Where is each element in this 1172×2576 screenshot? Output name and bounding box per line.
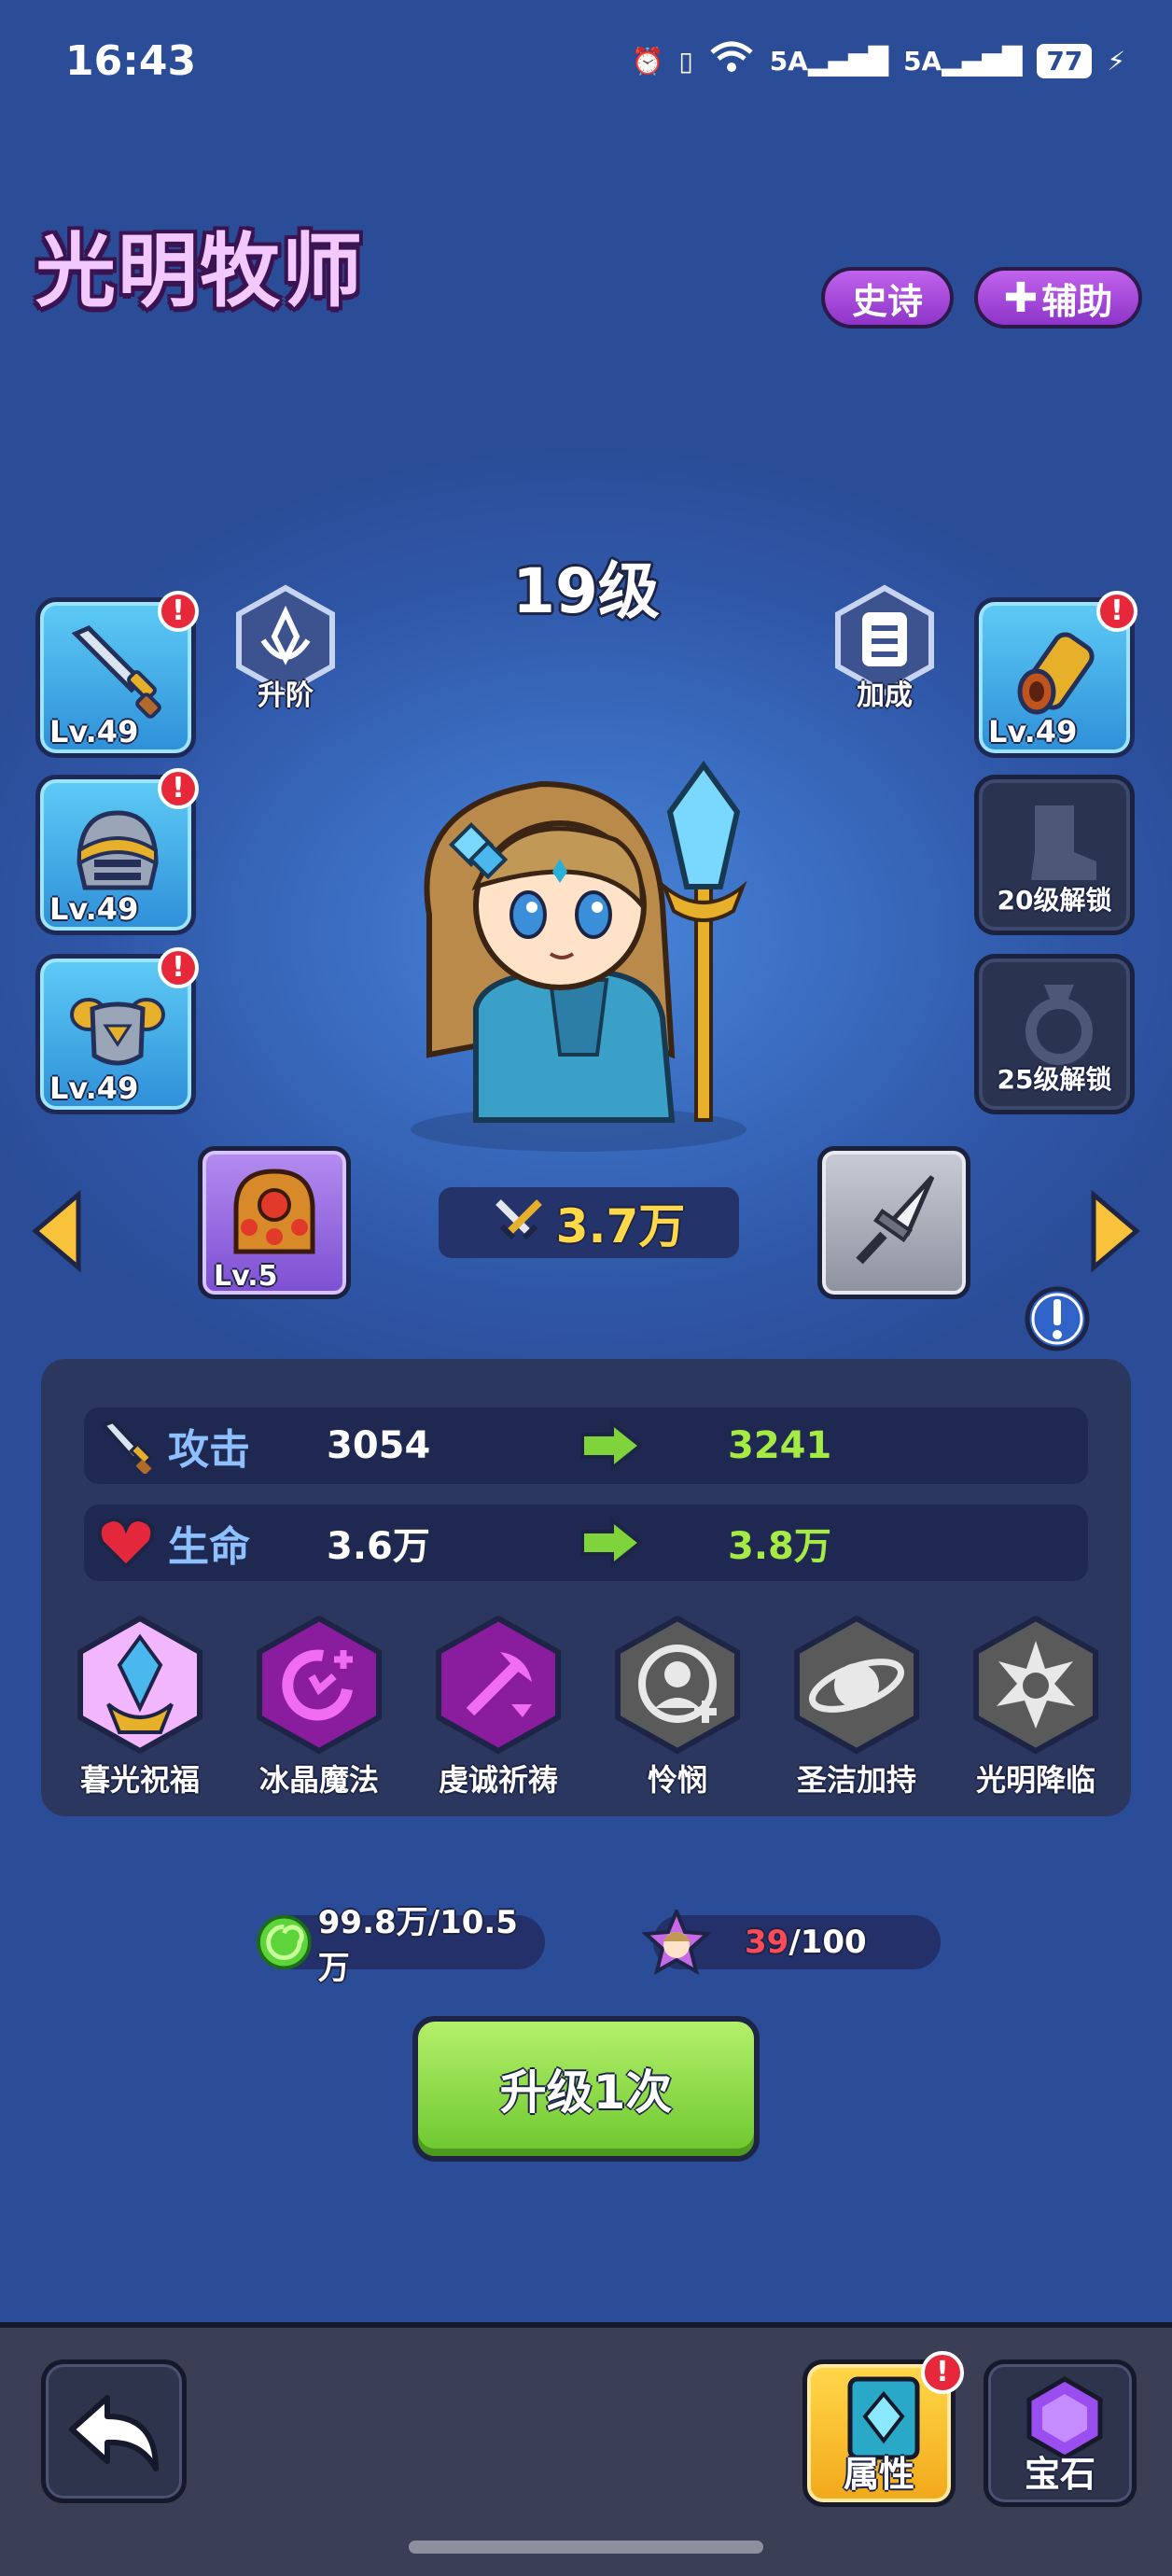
equipment-level: Lv.49: [988, 714, 1078, 749]
shards-required: /100: [788, 1924, 867, 1961]
alarm-icon: ⏰: [631, 46, 664, 77]
equipment-slot-sword[interactable]: Lv.49 !: [35, 591, 199, 758]
equipment-slot-bracer[interactable]: Lv.49 !: [974, 591, 1137, 758]
sword-icon: [71, 625, 161, 719]
weapon-slot[interactable]: [817, 1146, 970, 1299]
skill-name: 虔诚祈祷: [438, 1762, 558, 1798]
equipment-slot-armor[interactable]: Lv.49 !: [35, 947, 199, 1114]
alert-badge: !: [158, 768, 199, 809]
info-icon[interactable]: [1023, 1284, 1092, 1353]
alert-badge: !: [1096, 591, 1137, 632]
stat-current: 3.6万: [327, 1525, 430, 1568]
stat-next: 3241: [728, 1424, 832, 1467]
skill-name: 暮光祝福: [79, 1762, 200, 1798]
ring-icon: [1026, 985, 1093, 1065]
crossed-swords-icon: [495, 1199, 542, 1240]
shards-owned: 39: [745, 1924, 789, 1961]
equipment-slot-boots-locked[interactable]: 20级解锁: [974, 775, 1135, 935]
green-coin-icon: [256, 1914, 312, 1970]
timer-icon: [257, 1615, 382, 1755]
power-value: 3.7万: [555, 1199, 686, 1253]
wifi-icon: [708, 41, 755, 81]
alert-badge: !: [921, 2351, 964, 2394]
stat-row-attack: 攻击 3054 3241: [84, 1407, 1088, 1484]
plus-icon: ✚: [1003, 273, 1039, 322]
hammer-icon: [436, 1615, 561, 1755]
arrow-right-icon: [580, 1517, 644, 1569]
hero-character: [411, 760, 747, 1152]
helmet-icon: [77, 810, 159, 890]
equipment-level: Lv.49: [49, 714, 139, 749]
status-icons: ⏰ ▯ 5A▂▄▆█ 5A▂▄▆█ 77 ⚡: [631, 41, 1125, 81]
next-hero-arrow-icon[interactable]: [1088, 1189, 1144, 1273]
skill-mercy[interactable]: 怜悯: [603, 1615, 752, 1799]
sword-icon: [100, 1419, 153, 1474]
stat-row-hp: 生命 3.6万 3.8万: [84, 1505, 1088, 1581]
bracer-icon: [1017, 632, 1095, 715]
skill-holy-blessing[interactable]: 圣洁加持: [782, 1615, 931, 1799]
arrow-right-icon: [580, 1420, 644, 1472]
stat-name: 攻击: [168, 1426, 250, 1474]
armor-icon: [70, 998, 165, 1066]
unlock-requirement: 20级解锁: [997, 885, 1112, 916]
alert-badge: !: [158, 947, 199, 988]
treasure-chest-icon: [233, 1169, 315, 1254]
role-label: 辅助: [1041, 280, 1113, 322]
unlock-requirement: 25级解锁: [997, 1064, 1112, 1095]
skill-ice-crystal-magic[interactable]: 冰晶魔法: [244, 1615, 394, 1799]
skill-name: 冰晶魔法: [258, 1762, 379, 1798]
skill-name: 光明降临: [975, 1762, 1095, 1798]
skill-name: 怜悯: [647, 1762, 707, 1798]
alert-badge: !: [158, 591, 199, 632]
gold-amount: 99.8万/10.5万: [317, 1904, 518, 1987]
stat-next: 3.8万: [728, 1525, 831, 1568]
gold-resource: 99.8万/10.5万: [256, 1904, 545, 1987]
skill-name: 圣洁加持: [796, 1762, 916, 1798]
rarity-badge[interactable]: 史诗: [821, 267, 954, 329]
dagger-icon: [856, 1175, 935, 1265]
burst-icon: [973, 1615, 1098, 1755]
attributes-label: 属性: [843, 2454, 914, 2495]
hero-shard-resource: 39 /100: [642, 1910, 941, 1975]
skills-row: 暮光祝福 冰晶魔法 虔诚祈祷 怜悯 圣洁加持 光明降临: [65, 1615, 1110, 1799]
heart-icon: [97, 1517, 155, 1569]
hero-shard-icon: [642, 1910, 711, 1975]
signal-icon-1: 5A▂▄▆█: [769, 46, 889, 77]
upgrade-button[interactable]: 升级1次: [412, 2016, 760, 2162]
home-indicator[interactable]: [409, 2541, 763, 2554]
skill-devout-prayer[interactable]: 虔诚祈祷: [424, 1615, 573, 1799]
stat-name: 生命: [168, 1523, 250, 1571]
attributes-tab[interactable]: 属性 !: [802, 2351, 964, 2507]
gems-tab[interactable]: 宝石: [984, 2359, 1137, 2507]
battery-level: 77: [1037, 44, 1093, 78]
orbit-icon: [794, 1615, 919, 1755]
boots-icon: [1031, 805, 1096, 880]
advance-button[interactable]: 升阶: [230, 584, 342, 713]
skill-light-descends[interactable]: 光明降临: [961, 1615, 1110, 1799]
gems-label: 宝石: [1024, 2454, 1095, 2495]
equipment-level: Lv.49: [49, 1071, 139, 1106]
back-arrow-icon: [69, 2395, 159, 2471]
equipment-slot-ring-locked[interactable]: 25级解锁: [974, 954, 1135, 1114]
hero-name: 光明牧师: [35, 225, 364, 318]
status-time: 16:43: [65, 37, 197, 85]
upgrade-label: 升级1次: [499, 2065, 673, 2120]
vibrate-icon: ▯: [678, 46, 693, 77]
crystal-icon: [77, 1615, 202, 1755]
bonus-button[interactable]: 加成: [829, 584, 941, 713]
prev-hero-arrow-icon[interactable]: [28, 1189, 84, 1273]
signal-icon-2: 5A▂▄▆█: [903, 46, 1023, 77]
stat-current: 3054: [327, 1424, 431, 1467]
role-badge[interactable]: ✚ 辅助: [974, 267, 1142, 329]
back-button[interactable]: [41, 2359, 187, 2503]
relic-level: Lv.5: [214, 1260, 278, 1293]
user-plus-icon: [615, 1615, 740, 1755]
skill-twilight-blessing[interactable]: 暮光祝福: [65, 1615, 215, 1799]
equipment-slot-helmet[interactable]: Lv.49 !: [35, 768, 199, 935]
equipment-level: Lv.49: [49, 891, 139, 927]
power-display: 3.7万: [439, 1187, 739, 1258]
relic-slot[interactable]: Lv.5: [198, 1146, 351, 1299]
charging-icon: ⚡: [1107, 46, 1125, 77]
